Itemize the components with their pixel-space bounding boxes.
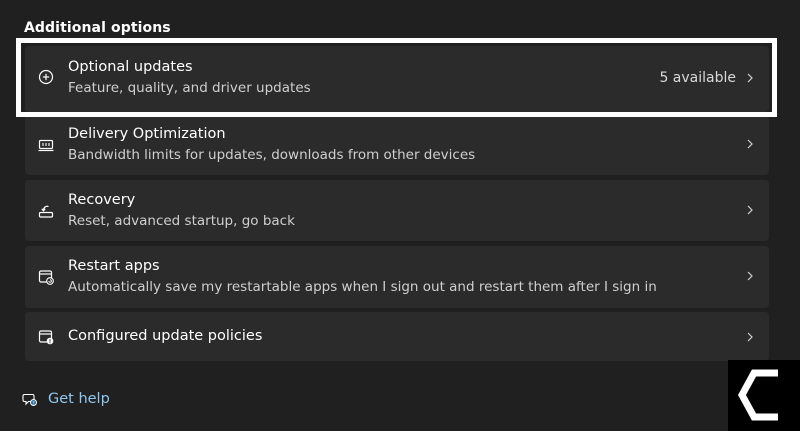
section-title: Additional options [24,20,171,36]
get-help-link[interactable]: ? Get help [22,388,110,410]
restart-apps-icon [37,268,55,286]
recovery-icon [37,202,55,220]
chevron-right-icon [745,138,755,150]
optional-updates-title: Optional updates [68,59,193,75]
delivery-optimization-item[interactable]: Delivery Optimization Bandwidth limits f… [25,114,769,175]
optional-updates-description: Feature, quality, and driver updates [68,80,311,96]
optional-updates-count: 5 available [659,70,736,86]
chevron-right-icon [745,331,755,343]
brand-logo [728,360,800,431]
recovery-title: Recovery [68,192,136,208]
recovery-description: Reset, advanced startup, go back [68,213,295,229]
recovery-item[interactable]: Recovery Reset, advanced startup, go bac… [25,180,769,241]
get-help-label: Get help [48,391,110,407]
restart-apps-description: Automatically save my restartable apps w… [68,279,657,295]
restart-apps-title: Restart apps [68,258,160,274]
configured-update-policies-title: Configured update policies [68,328,263,344]
chevron-right-icon [745,270,755,282]
delivery-optimization-description: Bandwidth limits for updates, downloads … [68,147,476,163]
plus-circle-icon [37,68,55,86]
delivery-optimization-icon [37,136,55,154]
get-help-icon: ? [22,391,38,407]
delivery-optimization-title: Delivery Optimization [68,126,226,142]
chevron-right-icon [745,204,755,216]
update-policies-icon [37,328,55,346]
optional-updates-item[interactable]: Optional updates Feature, quality, and d… [25,46,769,112]
chevron-right-icon [745,72,755,84]
configured-update-policies-item[interactable]: Configured update policies [25,312,769,361]
restart-apps-item[interactable]: Restart apps Automatically save my resta… [25,246,769,308]
